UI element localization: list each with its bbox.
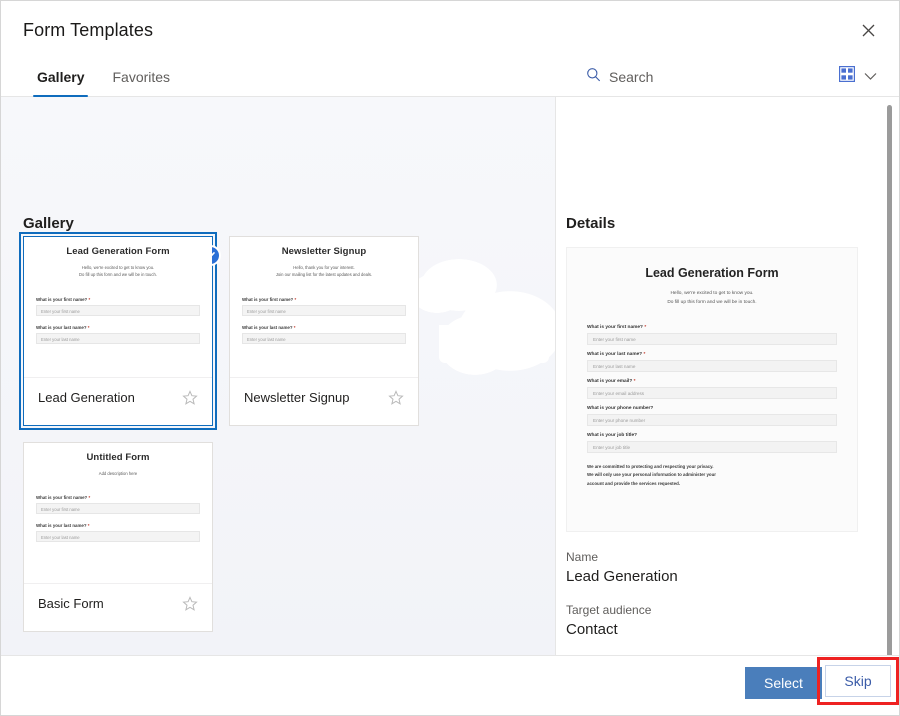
- card-preview: Newsletter Signup Hello, thank you for y…: [230, 237, 418, 378]
- details-preview-field: What is your last name? * Enter your las…: [587, 352, 837, 372]
- tab-list: Gallery Favorites: [25, 57, 182, 97]
- tab-favorites[interactable]: Favorites: [100, 57, 182, 97]
- preview-field: What is your first name? * Enter your fi…: [36, 297, 200, 316]
- details-preview-field: What is your email? * Enter your email a…: [587, 379, 837, 399]
- preview-title: Lead Generation Form: [36, 246, 200, 257]
- card-row: Lead Generation Form Hello, we're excite…: [23, 236, 443, 426]
- search-placeholder: Search: [609, 69, 653, 85]
- dialog-header: Form Templates: [1, 1, 899, 57]
- preview-title: Untitled Form: [36, 452, 200, 463]
- details-preview-field: What is your job title? Enter your job t…: [587, 433, 837, 453]
- details-preview-field-input: Enter your job title: [587, 441, 837, 453]
- preview-field-label: What is your last name? *: [242, 325, 406, 330]
- favorite-star-icon[interactable]: [388, 390, 404, 411]
- details-preview-field-label: What is your last name? *: [587, 352, 837, 357]
- tab-gallery[interactable]: Gallery: [25, 57, 96, 97]
- dialog-footer: Select Skip: [1, 655, 899, 715]
- card-title: Newsletter Signup: [244, 390, 350, 405]
- card-footer: Basic Form: [24, 584, 212, 631]
- details-preview-field-label: What is your phone number?: [587, 406, 837, 411]
- template-card-basic-form[interactable]: Untitled Form Add description here What …: [23, 442, 213, 632]
- skip-button[interactable]: Skip: [825, 665, 891, 697]
- details-scroll-area: Lead Generation Form Hello, we're excite…: [556, 97, 899, 655]
- details-preview-privacy-text: We are committed to protecting and respe…: [587, 463, 837, 487]
- preview-field: What is your last name? * Enter your las…: [242, 325, 406, 344]
- card-preview: Lead Generation Form Hello, we're excite…: [24, 237, 212, 378]
- preview-fields: What is your first name? * Enter your fi…: [36, 297, 200, 344]
- details-preview-field: What is your phone number? Enter your ph…: [587, 406, 837, 426]
- preview-field: What is your last name? * Enter your las…: [36, 325, 200, 344]
- card-title: Basic Form: [38, 596, 104, 611]
- details-preview-field: What is your first name? * Enter your fi…: [587, 325, 837, 345]
- preview-field-input: Enter your first name: [242, 305, 406, 316]
- card-footer: Newsletter Signup: [230, 378, 418, 425]
- details-content: Lead Generation Form Hello, we're excite…: [566, 247, 858, 655]
- details-preview-field-label: What is your first name? *: [587, 325, 837, 330]
- gallery-heading: Gallery: [23, 215, 74, 232]
- command-bar: Gallery Favorites Search: [1, 57, 899, 97]
- preview-subtitle: Add description here: [36, 470, 200, 477]
- details-audience-value: Contact: [566, 621, 858, 638]
- favorite-star-icon[interactable]: [182, 390, 198, 411]
- preview-fields: What is your first name? * Enter your fi…: [36, 495, 200, 542]
- preview-subtitle: Hello, we're excited to get to know you.…: [36, 264, 200, 279]
- search-icon: [586, 67, 601, 87]
- details-preview-field-input: Enter your first name: [587, 333, 837, 345]
- preview-field-label: What is your first name? *: [36, 297, 200, 302]
- skip-button-annotation: Skip: [817, 657, 899, 705]
- close-icon[interactable]: [851, 13, 885, 47]
- details-form-preview: Lead Generation Form Hello, we're excite…: [566, 247, 858, 532]
- search-input[interactable]: Search: [586, 67, 653, 87]
- form-templates-dialog: Form Templates Gallery Favorites Search: [0, 0, 900, 716]
- select-button[interactable]: Select: [745, 667, 822, 699]
- card-row: Untitled Form Add description here What …: [23, 442, 443, 632]
- preview-field-label: What is your last name? *: [36, 523, 200, 528]
- gallery-panel: Gallery Lead Generation Form Hello, we'r…: [1, 97, 556, 655]
- card-preview: Untitled Form Add description here What …: [24, 443, 212, 584]
- details-panel: Details Lead Generation Form Hello, we'r…: [556, 97, 899, 655]
- card-title: Lead Generation: [38, 390, 135, 405]
- details-preview-field-input: Enter your email address: [587, 387, 837, 399]
- chevron-down-icon[interactable]: [864, 68, 877, 86]
- details-name-label: Name: [566, 550, 858, 564]
- preview-field: What is your last name? * Enter your las…: [36, 523, 200, 542]
- details-preview-field-label: What is your email? *: [587, 379, 837, 384]
- preview-field-input: Enter your last name: [36, 531, 200, 542]
- preview-field-input: Enter your first name: [36, 305, 200, 316]
- preview-field-input: Enter your last name: [36, 333, 200, 344]
- details-name-value: Lead Generation: [566, 568, 858, 585]
- details-preview-subtitle: Hello, we're excited to get to know you.…: [587, 289, 837, 307]
- details-preview-field-input: Enter your last name: [587, 360, 837, 372]
- preview-fields: What is your first name? * Enter your fi…: [242, 297, 406, 344]
- details-audience-label: Target audience: [566, 603, 858, 617]
- card-footer: Lead Generation: [24, 378, 212, 425]
- preview-subtitle: Hello, thank you for your interest. Join…: [242, 264, 406, 279]
- preview-field-label: What is your first name? *: [242, 297, 406, 302]
- preview-field-label: What is your first name? *: [36, 495, 200, 500]
- details-preview-field-input: Enter your phone number: [587, 414, 837, 426]
- preview-field: What is your first name? * Enter your fi…: [242, 297, 406, 316]
- preview-title: Newsletter Signup: [242, 246, 406, 257]
- preview-field-input: Enter your last name: [242, 333, 406, 344]
- template-card-lead-generation[interactable]: Lead Generation Form Hello, we're excite…: [23, 236, 213, 426]
- preview-field-input: Enter your first name: [36, 503, 200, 514]
- details-preview-field-label: What is your job title?: [587, 433, 837, 438]
- details-preview-fields: What is your first name? * Enter your fi…: [587, 325, 837, 453]
- page-title: Form Templates: [23, 20, 153, 41]
- template-card-grid: Lead Generation Form Hello, we're excite…: [23, 236, 443, 648]
- favorite-star-icon[interactable]: [182, 596, 198, 617]
- details-audience-group: Target audience Contact: [566, 603, 858, 638]
- template-card-newsletter-signup[interactable]: Newsletter Signup Hello, thank you for y…: [229, 236, 419, 426]
- dialog-body: Gallery Lead Generation Form Hello, we'r…: [1, 97, 899, 655]
- preview-field-label: What is your last name? *: [36, 325, 200, 330]
- grid-view-icon[interactable]: [839, 66, 855, 87]
- preview-field: What is your first name? * Enter your fi…: [36, 495, 200, 514]
- details-name-group: Name Lead Generation: [566, 550, 858, 585]
- details-preview-title: Lead Generation Form: [587, 266, 837, 280]
- view-options-button[interactable]: [839, 66, 877, 87]
- details-scrollbar-thumb[interactable]: [887, 105, 892, 655]
